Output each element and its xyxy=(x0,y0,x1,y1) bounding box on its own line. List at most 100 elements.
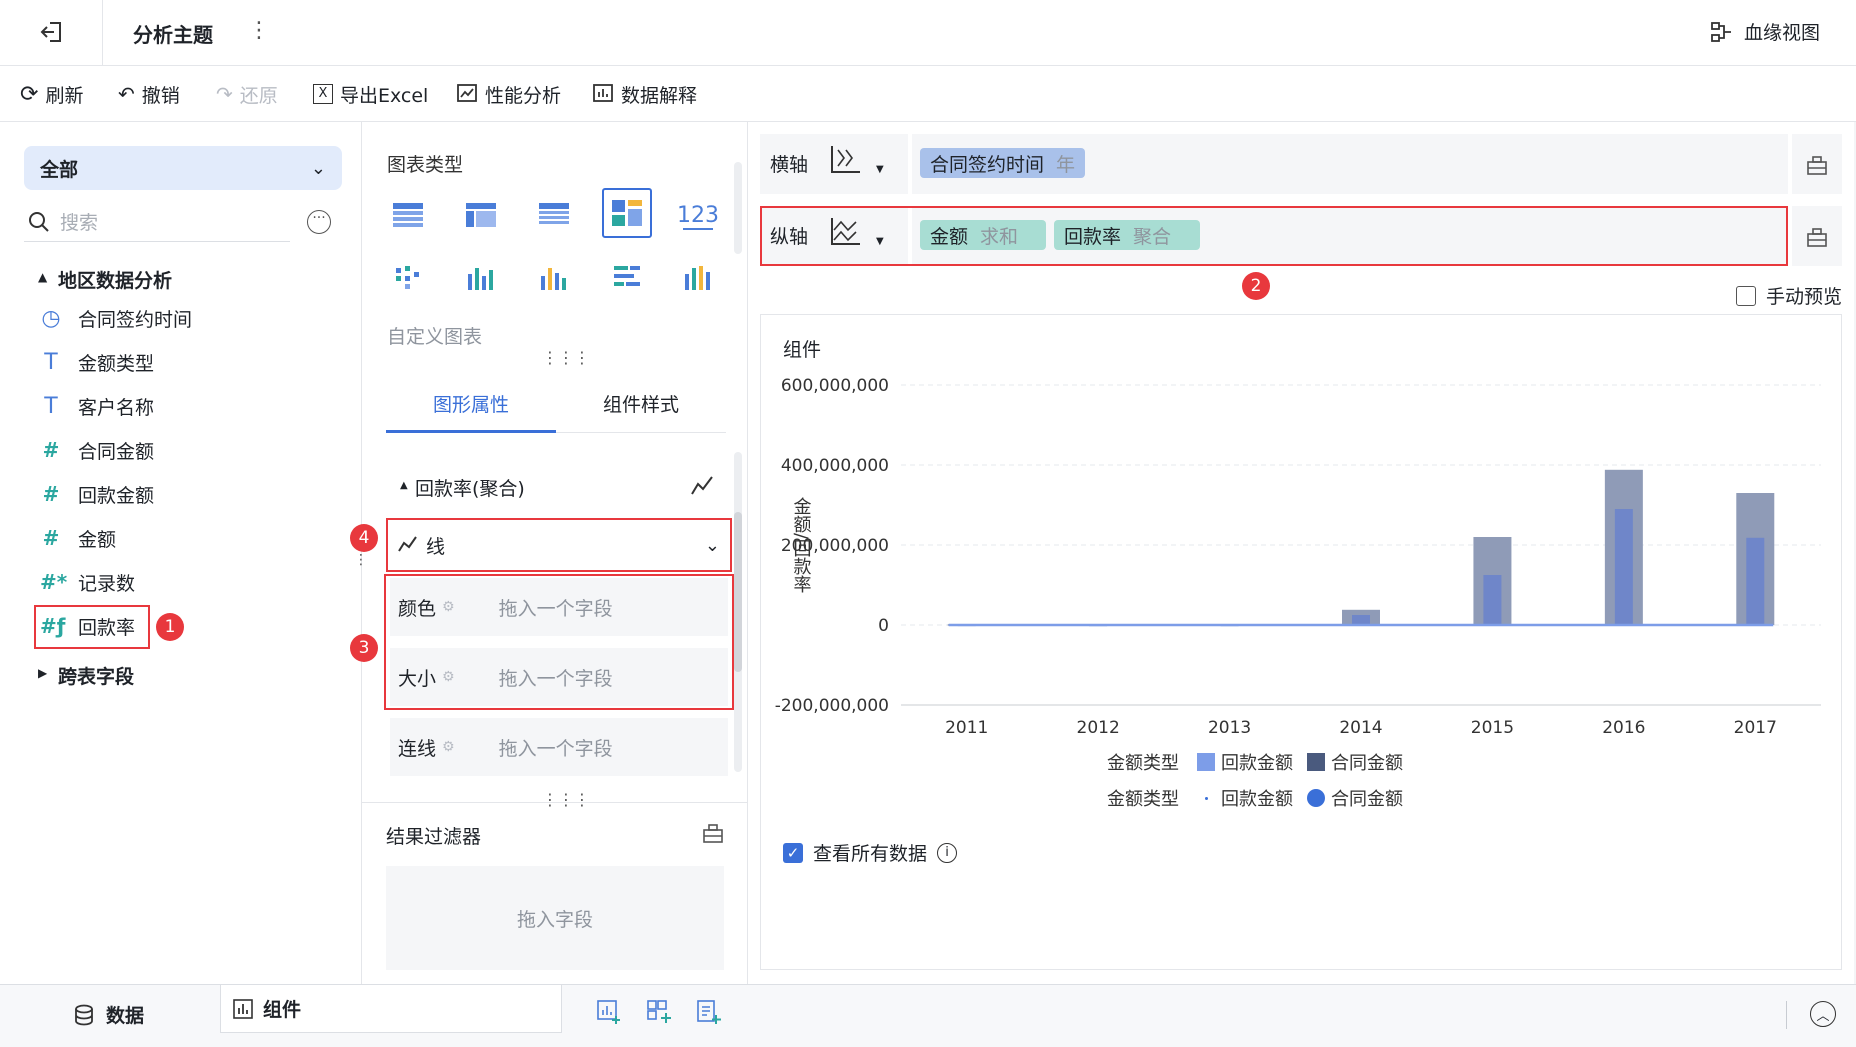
toolbar: ⟳ 刷新 ↶ 撤销 ↷ 还原 X 导出Excel 性能分析 数据解释 xyxy=(0,66,1856,122)
redo-icon: ↷ xyxy=(216,82,233,106)
number-type-icon: # xyxy=(42,526,60,550)
connect-attr-row[interactable]: 连线 ⚙ 拖入一个字段 xyxy=(390,718,728,776)
axis-settings-icon[interactable] xyxy=(1806,226,1828,253)
add-component-icon[interactable] xyxy=(596,999,622,1030)
multi-bar-icon[interactable] xyxy=(676,256,720,300)
export-excel-button[interactable]: X 导出Excel xyxy=(313,66,428,122)
grouped-table-icon[interactable] xyxy=(532,194,576,238)
x-axis-field-chip[interactable]: 合同签约时间年 xyxy=(920,148,1086,178)
bar-chart-icon xyxy=(233,998,253,1019)
line-legend: 金额类型 回款金额 合同金额 xyxy=(1107,785,1403,811)
table-chart-icon[interactable] xyxy=(386,194,430,238)
x-tick-label: 2013 xyxy=(1208,718,1251,738)
text-type-icon: T xyxy=(44,349,58,375)
checkbox-checked[interactable]: ✓ xyxy=(783,842,803,863)
annotation-badge-1: 1 xyxy=(156,613,184,641)
x-tick-label: 2014 xyxy=(1339,718,1382,738)
chevron-down-icon: ⌄ xyxy=(310,157,326,179)
legend-dot-small xyxy=(1197,789,1215,807)
more-options-icon[interactable]: ··· xyxy=(307,210,331,234)
search-input[interactable]: 搜索 xyxy=(24,202,290,242)
chart-config-panel: 图表类型 123 自定义图表 ⋮⋮⋮ 图形属性 组件样式 ▲ 回款率(聚合) 线… xyxy=(350,122,748,984)
legend-swatch xyxy=(1197,753,1215,771)
clock-icon: ◷ xyxy=(41,305,61,331)
performance-analysis-button[interactable]: 性能分析 xyxy=(456,66,561,122)
x-tick-label: 2015 xyxy=(1471,718,1514,738)
data-explain-icon xyxy=(593,84,613,102)
undo-button[interactable]: ↶ 撤销 xyxy=(118,66,180,122)
field-item[interactable]: T 金额类型 xyxy=(40,342,154,382)
field-item[interactable]: #* 记录数 xyxy=(40,562,135,602)
legend-item[interactable]: 回款金额 xyxy=(1197,785,1293,811)
tab-shape-properties[interactable]: 图形属性 xyxy=(386,377,556,433)
kpi-number-icon[interactable]: 123 xyxy=(676,194,720,238)
performance-icon xyxy=(457,84,477,102)
highlight-box-3 xyxy=(384,574,734,710)
lineage-view-button[interactable]: 血缘视图 xyxy=(1710,18,1820,45)
data-explain-button[interactable]: 数据解释 xyxy=(592,66,697,122)
redo-button[interactable]: ↷ 还原 xyxy=(216,66,278,122)
scrollbar-track[interactable] xyxy=(734,452,742,772)
refresh-icon: ⟳ xyxy=(20,81,39,107)
bar-payback-amount xyxy=(1614,509,1633,625)
annotation-badge-2: 2 xyxy=(1242,272,1270,300)
manual-preview-toggle[interactable]: 手动预览 xyxy=(1736,282,1842,309)
stacked-bar-icon[interactable] xyxy=(459,256,503,300)
filter-drop-zone[interactable]: 拖入字段 xyxy=(386,866,724,970)
top-bar: 分析主题 ⋮ 血缘视图 xyxy=(0,0,1856,66)
number-type-icon: # xyxy=(42,482,60,506)
resize-handle[interactable]: ⋮⋮⋮ xyxy=(542,790,590,809)
collapse-up-icon[interactable]: ︿ xyxy=(1810,1001,1836,1027)
scrollbar-track[interactable] xyxy=(734,162,742,254)
exit-icon[interactable] xyxy=(38,18,66,46)
record-count-icon: #* xyxy=(40,570,68,594)
legend-item[interactable]: 合同金额 xyxy=(1307,749,1403,775)
legend-swatch xyxy=(1307,753,1325,771)
component-tab[interactable]: 组件 xyxy=(220,985,562,1033)
y-axis-title: 金额/回款率 xyxy=(791,497,812,593)
scope-select[interactable]: 全部 ⌄ xyxy=(24,146,342,190)
axis-settings-icon[interactable] xyxy=(1806,154,1828,181)
tab-component-style[interactable]: 组件样式 xyxy=(556,377,726,433)
caret-down-icon[interactable]: ▼ xyxy=(876,164,884,175)
add-dashboard-icon[interactable] xyxy=(646,999,672,1030)
more-icon[interactable]: ⋮ xyxy=(248,18,270,43)
pivot-table-icon[interactable] xyxy=(459,194,503,238)
legend-dot-large xyxy=(1307,789,1325,807)
field-item[interactable]: # 回款金额 xyxy=(40,474,154,514)
legend-title: 金额类型 xyxy=(1107,753,1179,774)
custom-chart-label[interactable]: 自定义图表 xyxy=(387,322,482,349)
resize-handle[interactable]: ⋮⋮⋮ xyxy=(542,348,590,367)
view-all-data-toggle[interactable]: ✓ 查看所有数据 i xyxy=(783,839,958,866)
field-item[interactable]: ◷ 合同签约时间 xyxy=(40,298,192,338)
group-expand-icon[interactable]: ▲ xyxy=(38,270,47,284)
add-story-icon[interactable] xyxy=(696,999,722,1030)
scatter-bar-icon[interactable] xyxy=(386,256,430,300)
series-collapse-icon[interactable]: ▲ xyxy=(400,480,408,491)
x-axis-type-icon[interactable] xyxy=(828,144,862,181)
cross-group-expand-icon[interactable]: ▶ xyxy=(38,666,47,680)
filter-settings-icon[interactable] xyxy=(702,822,724,849)
bar-chart-icon[interactable] xyxy=(532,256,576,300)
drag-handle[interactable]: ⋮ xyxy=(354,552,368,568)
undo-icon: ↶ xyxy=(118,82,135,106)
field-item[interactable]: T 客户名称 xyxy=(40,386,154,426)
divider xyxy=(908,134,912,194)
info-icon[interactable]: i xyxy=(937,842,958,863)
data-tab[interactable]: 数据 xyxy=(74,1001,144,1028)
bar-payback-amount xyxy=(1352,615,1370,625)
settings-icon[interactable]: ⚙ xyxy=(442,739,455,755)
legend-item[interactable]: 回款金额 xyxy=(1197,749,1293,775)
horizontal-bar-icon[interactable] xyxy=(605,256,649,300)
refresh-button[interactable]: ⟳ 刷新 xyxy=(20,66,83,122)
field-item[interactable]: # 合同金额 xyxy=(40,430,154,470)
custom-chart-icon-selected[interactable] xyxy=(602,188,652,238)
divider xyxy=(102,0,103,66)
cross-table-group-title[interactable]: 跨表字段 xyxy=(58,662,134,689)
x-tick-label: 2011 xyxy=(945,718,988,738)
checkbox[interactable] xyxy=(1736,285,1756,306)
field-item[interactable]: # 金额 xyxy=(40,518,116,558)
legend-item[interactable]: 合同金额 xyxy=(1307,785,1403,811)
number-type-icon: # xyxy=(42,438,60,462)
field-group-title[interactable]: 地区数据分析 xyxy=(58,266,172,293)
